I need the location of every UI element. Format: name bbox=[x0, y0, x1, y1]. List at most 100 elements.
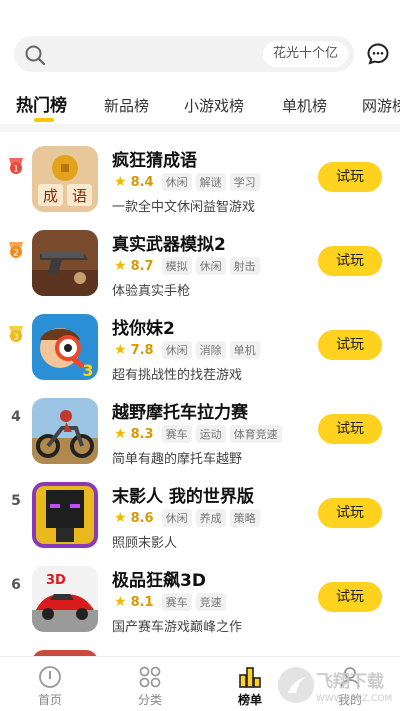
game-meta: ★ 8.6 休闲 养成 策略 bbox=[114, 508, 264, 528]
game-tag: 养成 bbox=[195, 509, 226, 527]
search-icon bbox=[25, 45, 46, 66]
game-meta: ★ 8.4 休闲 解谜 学习 bbox=[114, 172, 264, 192]
game-title[interactable]: 末影人 我的世界版 bbox=[112, 482, 254, 507]
game-tag: 单机 bbox=[229, 341, 260, 359]
category-icon bbox=[139, 666, 161, 688]
svg-text:3: 3 bbox=[82, 361, 93, 380]
svg-text:飞翔下载: 飞翔下载 bbox=[316, 671, 384, 692]
tab-hot[interactable]: 热门榜 bbox=[16, 92, 67, 120]
game-tag: 策略 bbox=[229, 509, 260, 527]
game-tag: 赛车 bbox=[161, 593, 192, 611]
search-hint-chip[interactable]: 花光十个亿 bbox=[262, 41, 348, 67]
play-button[interactable]: 试玩 bbox=[318, 162, 382, 192]
game-icon-idiom: 成 语 bbox=[32, 146, 98, 212]
list-item[interactable]: 3 3 找你妹2 ★ 7.8 休闲 消除 单机 超有挑战性的找茬游戏 试玩 bbox=[0, 300, 400, 384]
svg-text:1: 1 bbox=[13, 165, 19, 175]
nav-category[interactable]: 分类 bbox=[110, 657, 190, 711]
active-tab-indicator bbox=[34, 118, 54, 122]
game-description: 照顾末影人 bbox=[112, 536, 178, 551]
rank-2-medal-icon: 2 bbox=[9, 242, 23, 259]
message-icon[interactable] bbox=[366, 42, 390, 66]
game-icon-find-sister: 3 bbox=[32, 314, 98, 380]
play-button[interactable]: 试玩 bbox=[318, 414, 382, 444]
rank-number: 5 bbox=[11, 493, 21, 509]
svg-text:3D: 3D bbox=[46, 573, 66, 588]
star-icon: ★ bbox=[114, 174, 127, 190]
site-watermark: 飞翔下载 WWW.FXXZ.COM bbox=[278, 667, 392, 704]
game-tag: 射击 bbox=[229, 257, 260, 275]
tab-new[interactable]: 新品榜 bbox=[104, 92, 149, 120]
list-item-partial[interactable] bbox=[0, 636, 400, 656]
header: 花光十个亿 bbox=[0, 0, 400, 88]
game-meta: ★ 7.8 休闲 消除 单机 bbox=[114, 340, 264, 360]
game-meta: ★ 8.7 模拟 休闲 射击 bbox=[114, 256, 264, 276]
star-icon: ★ bbox=[114, 258, 127, 274]
game-score: 8.3 bbox=[130, 426, 154, 442]
game-score: 8.4 bbox=[130, 174, 154, 190]
game-tag: 休闲 bbox=[161, 341, 192, 359]
game-score: 8.7 bbox=[130, 258, 154, 274]
ranking-icon bbox=[239, 667, 261, 688]
game-description: 一款全中文休闲益智游戏 bbox=[112, 200, 256, 215]
game-tag: 解谜 bbox=[195, 173, 226, 191]
play-button[interactable]: 试玩 bbox=[318, 330, 382, 360]
home-icon bbox=[39, 666, 61, 688]
game-tag: 竞速 bbox=[195, 593, 226, 611]
game-tag: 赛车 bbox=[161, 425, 192, 443]
game-tag: 休闲 bbox=[161, 173, 192, 191]
list-item[interactable]: 4 越野摩托车拉力赛 ★ 8.3 赛车 运动 体育竞速 简单有趣的摩托车越野 试… bbox=[0, 384, 400, 468]
game-tag: 消除 bbox=[195, 341, 226, 359]
list-item[interactable]: 2 真实武器模拟2 ★ 8.7 模拟 休闲 射击 体验真实手枪 试玩 bbox=[0, 216, 400, 300]
list-item[interactable]: 5 末影人 我的世界版 ★ 8.6 休闲 养成 策略 照顾末影人 试玩 bbox=[0, 468, 400, 552]
svg-text:2: 2 bbox=[13, 249, 19, 259]
tab-single-player[interactable]: 单机榜 bbox=[282, 92, 327, 120]
game-icon-enderman bbox=[32, 482, 98, 548]
game-title[interactable]: 越野摩托车拉力赛 bbox=[112, 398, 248, 423]
game-description: 国产赛车游戏巅峰之作 bbox=[112, 620, 243, 635]
game-title[interactable]: 找你妹2 bbox=[112, 314, 175, 339]
game-title[interactable]: 疯狂猜成语 bbox=[112, 146, 197, 171]
tab-online[interactable]: 网游榜 bbox=[362, 92, 400, 120]
game-description: 简单有趣的摩托车越野 bbox=[112, 452, 243, 467]
rank-number: 6 bbox=[11, 577, 21, 593]
star-icon: ★ bbox=[114, 510, 127, 526]
list-item[interactable]: 6 3D 极品狂飙3D ★ 8.1 赛车 竞速 国产赛车游戏巅峰之作 试玩 bbox=[0, 552, 400, 636]
rank-number: 4 bbox=[11, 409, 21, 425]
game-icon-racing: 3D bbox=[32, 566, 98, 632]
game-title[interactable]: 真实武器模拟2 bbox=[112, 230, 226, 255]
star-icon: ★ bbox=[114, 426, 127, 442]
game-icon-weapon bbox=[32, 230, 98, 296]
rank-1-medal-icon: 1 bbox=[9, 158, 23, 175]
game-tag: 模拟 bbox=[161, 257, 192, 275]
game-description: 体验真实手枪 bbox=[112, 284, 191, 299]
play-button[interactable]: 试玩 bbox=[318, 246, 382, 276]
search-bar[interactable]: 花光十个亿 bbox=[14, 36, 354, 72]
game-icon-motorbike bbox=[32, 398, 98, 464]
svg-text:3: 3 bbox=[13, 333, 19, 343]
game-description: 超有挑战性的找茬游戏 bbox=[112, 368, 243, 383]
nav-home[interactable]: 首页 bbox=[10, 657, 90, 711]
star-icon: ★ bbox=[114, 594, 127, 610]
game-tag: 休闲 bbox=[161, 509, 192, 527]
nav-label: 分类 bbox=[137, 693, 162, 707]
svg-text:语: 语 bbox=[72, 187, 87, 205]
game-tag: 学习 bbox=[229, 173, 260, 191]
svg-text:成: 成 bbox=[43, 187, 58, 205]
play-button[interactable]: 试玩 bbox=[318, 582, 382, 612]
nav-label: 首页 bbox=[37, 693, 62, 707]
star-icon: ★ bbox=[114, 342, 127, 358]
game-meta: ★ 8.3 赛车 运动 体育竞速 bbox=[114, 424, 286, 444]
game-meta: ★ 8.1 赛车 竞速 bbox=[114, 592, 230, 612]
ranking-list: 1 成 语 疯狂猜成语 ★ 8.4 休闲 解谜 学习 一款全中文休闲益智游戏 试… bbox=[0, 132, 400, 656]
list-item[interactable]: 1 成 语 疯狂猜成语 ★ 8.4 休闲 解谜 学习 一款全中文休闲益智游戏 试… bbox=[0, 132, 400, 216]
rank-3-medal-icon: 3 bbox=[9, 326, 23, 343]
game-score: 8.6 bbox=[130, 510, 154, 526]
category-tabs: 热门榜 新品榜 小游戏榜 单机榜 网游榜 bbox=[0, 88, 400, 124]
game-tag: 体育竞速 bbox=[229, 425, 282, 443]
game-tag: 运动 bbox=[195, 425, 226, 443]
game-title[interactable]: 极品狂飙3D bbox=[112, 566, 206, 591]
play-button[interactable]: 试玩 bbox=[318, 498, 382, 528]
tab-mini-games[interactable]: 小游戏榜 bbox=[184, 92, 244, 120]
game-score: 8.1 bbox=[130, 594, 154, 610]
game-tag: 休闲 bbox=[195, 257, 226, 275]
